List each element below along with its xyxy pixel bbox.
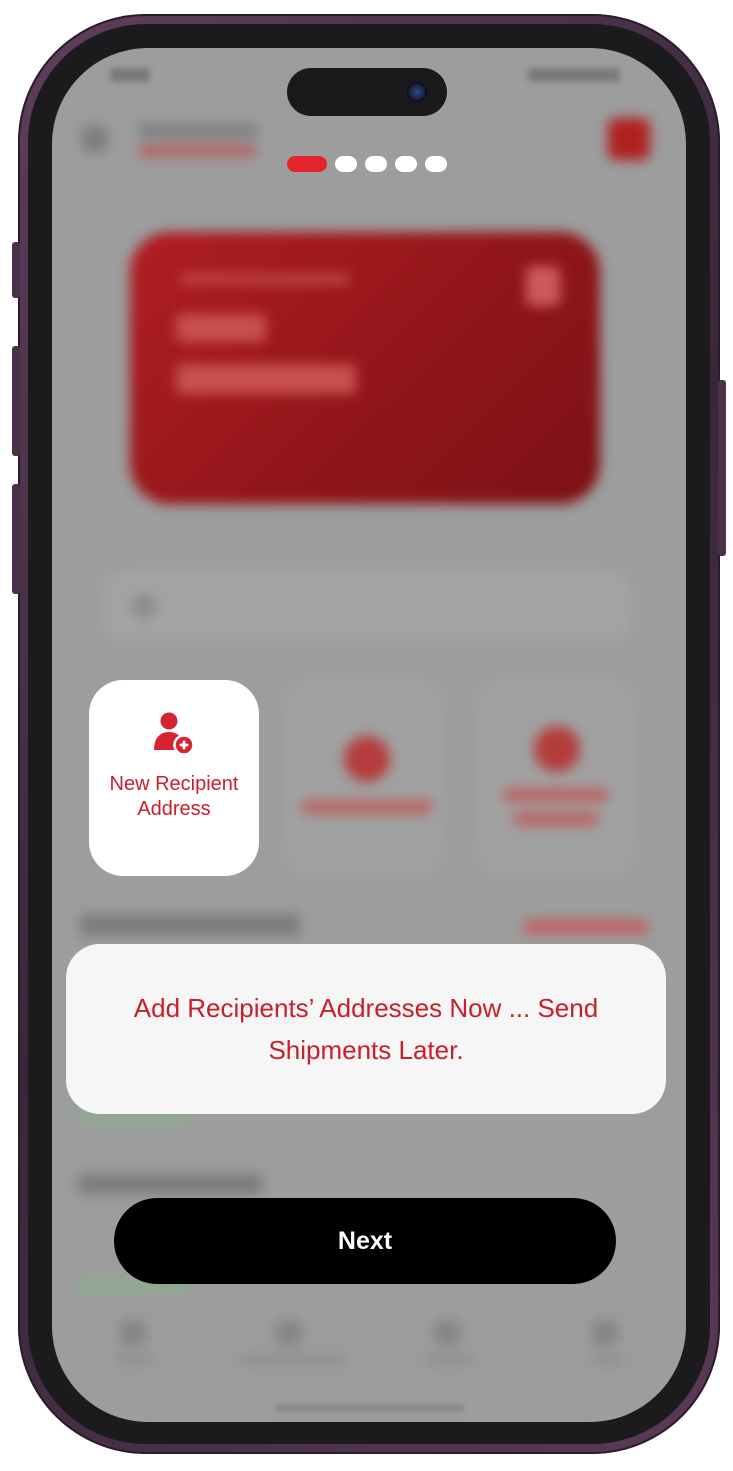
add-user-icon xyxy=(154,712,195,756)
quick-action-icon xyxy=(534,726,580,772)
phone-volume-down-button xyxy=(12,484,20,594)
onboarding-message-text: Add Recipients’ Addresses Now ... Send S… xyxy=(133,993,599,1065)
section-title-placeholder xyxy=(78,1174,262,1194)
header-subtitle-placeholder xyxy=(138,146,256,156)
nav-label xyxy=(114,1356,154,1364)
balance-card-value xyxy=(176,364,356,394)
phone-power-button xyxy=(718,380,726,556)
next-button[interactable]: Next xyxy=(114,1198,616,1284)
nav-label xyxy=(590,1356,624,1364)
progress-dot xyxy=(335,156,357,172)
quick-action-label xyxy=(302,800,432,814)
progress-dot xyxy=(395,156,417,172)
quick-action-label xyxy=(504,788,608,802)
phone-screen: New Recipient Address Add Recipients’ Ad… xyxy=(52,48,686,1422)
phone-action-button xyxy=(12,242,20,298)
new-recipient-address-label: New Recipient Address xyxy=(109,773,239,820)
search-icon xyxy=(132,594,156,618)
nav-addresses-icon xyxy=(434,1320,460,1346)
progress-dot xyxy=(425,156,447,172)
status-bar-icons xyxy=(528,68,620,82)
home-indicator xyxy=(274,1404,464,1412)
quick-action-card xyxy=(476,678,636,878)
quick-action-icon xyxy=(344,736,390,782)
nav-label xyxy=(424,1356,474,1364)
front-camera xyxy=(407,82,427,102)
quick-action-label xyxy=(514,812,598,826)
section-link-placeholder xyxy=(524,920,648,934)
brand-logo xyxy=(608,118,650,160)
card-icon xyxy=(526,266,560,306)
search-bar xyxy=(102,570,632,640)
header-title-placeholder xyxy=(138,124,258,138)
balance-card-line xyxy=(176,314,266,342)
progress-dot xyxy=(365,156,387,172)
nav-label xyxy=(238,1356,348,1364)
back-icon xyxy=(82,126,108,152)
phone-volume-up-button xyxy=(12,346,20,456)
section-title-placeholder xyxy=(80,914,300,936)
nav-home-icon xyxy=(120,1320,146,1346)
progress-dot-active xyxy=(287,156,327,172)
onboarding-progress-dots xyxy=(287,156,447,172)
balance-card-caption xyxy=(180,274,350,284)
nav-shipments-icon xyxy=(276,1320,302,1346)
onboarding-message-box: Add Recipients’ Addresses Now ... Send S… xyxy=(66,944,666,1114)
status-bar-time xyxy=(110,68,150,82)
new-recipient-address-card[interactable]: New Recipient Address xyxy=(89,680,259,876)
nav-more-icon xyxy=(592,1320,618,1346)
